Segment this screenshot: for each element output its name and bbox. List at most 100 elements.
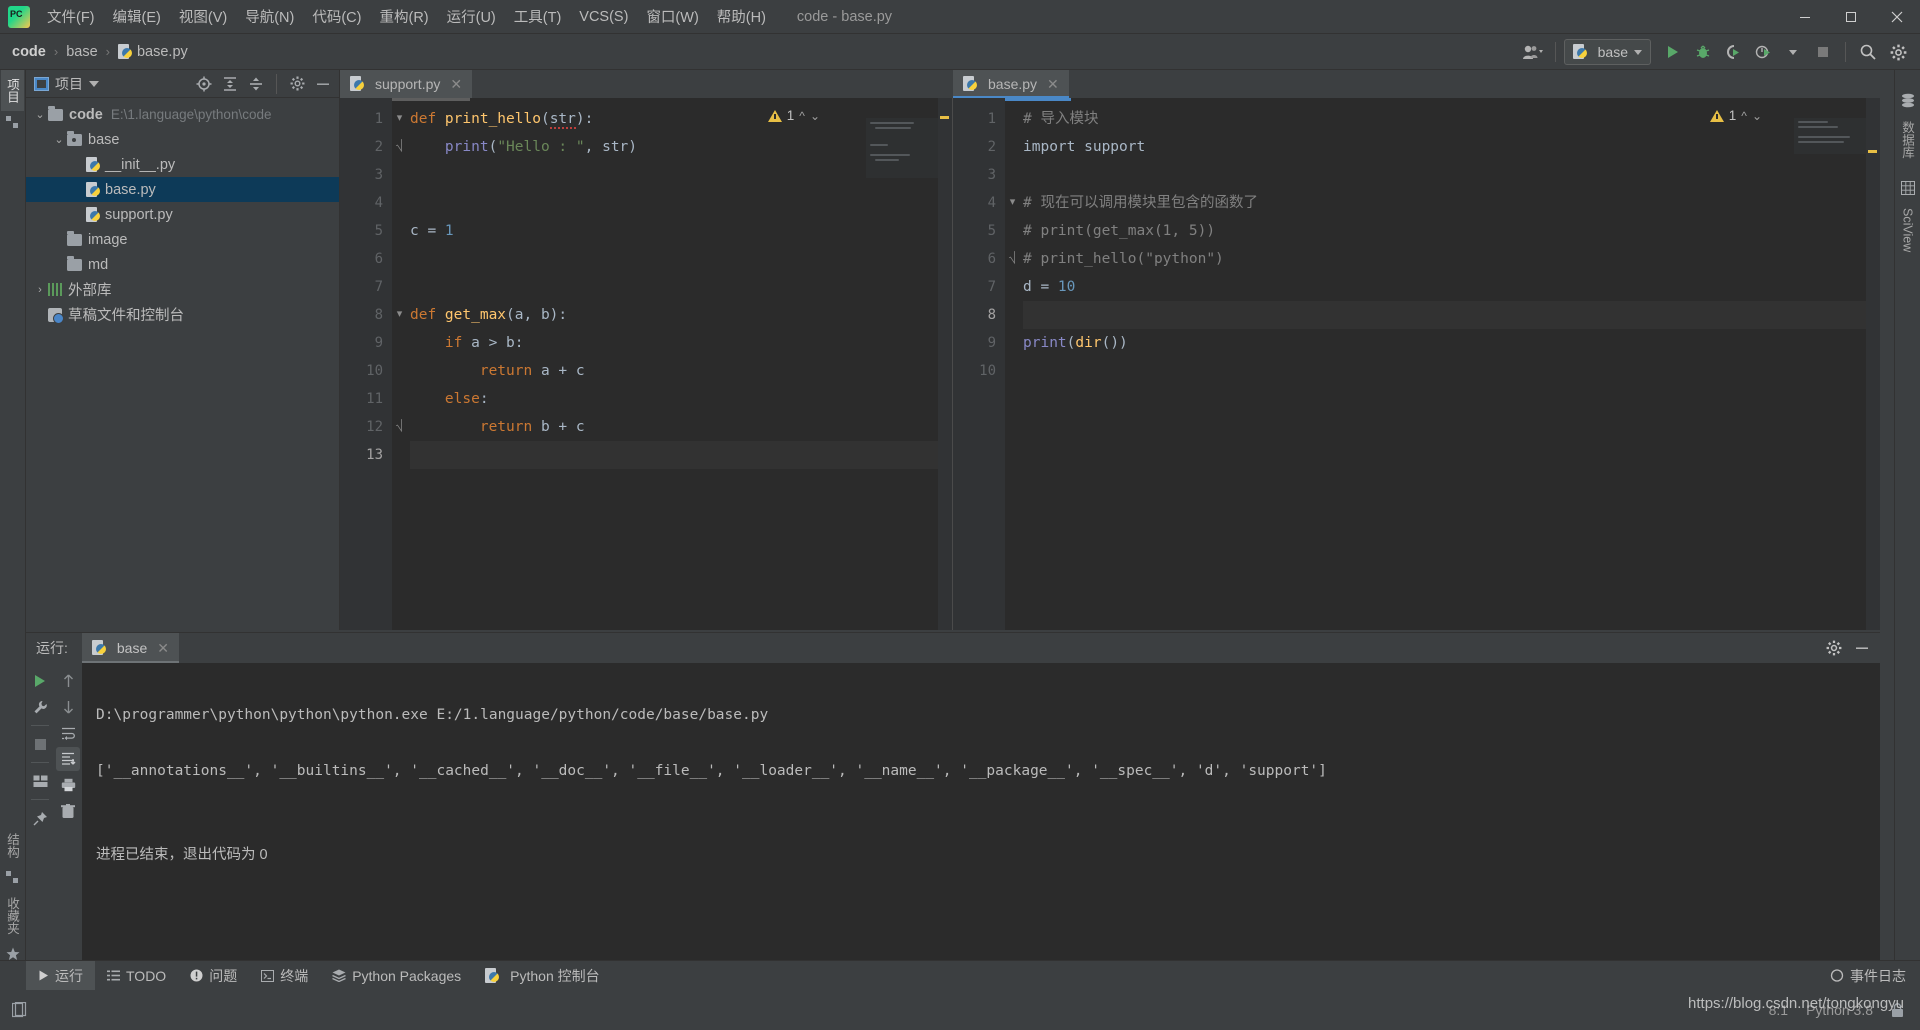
panel-settings-icon[interactable]	[285, 73, 309, 95]
close-icon[interactable]: ✕	[1047, 76, 1059, 93]
next-problem-icon[interactable]: ⌄	[1752, 109, 1762, 123]
code-line[interactable]: # print(get_max(1, 5))	[1023, 217, 1880, 245]
breadcrumb-file[interactable]: base.py	[137, 44, 188, 60]
select-opened-file-icon[interactable]	[192, 73, 216, 95]
tree-item[interactable]: md	[26, 252, 339, 277]
bottom-tab-run[interactable]: 运行	[26, 960, 95, 991]
memory-indicator-icon[interactable]	[12, 1002, 27, 1018]
code-content-left[interactable]: def print_hello(str): print("Hello : ", …	[410, 105, 952, 630]
stop-process-button[interactable]	[28, 732, 52, 756]
sidebar-tab-project[interactable]: 项目	[1, 70, 24, 111]
chevron-down-icon[interactable]: ⌄	[32, 108, 48, 121]
down-stack-trace-button[interactable]	[56, 695, 80, 719]
code-line[interactable]: else:	[410, 385, 952, 413]
previous-problem-icon[interactable]: ^	[1741, 109, 1747, 123]
sidebar-tab-structure[interactable]: 结构	[1, 825, 24, 866]
menu-file[interactable]: 文件(F)	[38, 2, 104, 31]
bottom-tab-terminal[interactable]: 终端	[249, 961, 320, 991]
soft-wrap-button[interactable]	[56, 721, 80, 745]
menu-window[interactable]: 窗口(W)	[637, 2, 707, 31]
code-line[interactable]	[410, 441, 952, 469]
profile-button[interactable]	[1749, 39, 1777, 65]
tree-item[interactable]: 草稿文件和控制台	[26, 302, 339, 327]
inspection-widget-right[interactable]: 1 ^ ⌄	[1709, 108, 1762, 123]
project-scope-chevron-icon[interactable]	[89, 80, 99, 87]
chevron-right-icon[interactable]: ›	[32, 284, 48, 296]
menu-help[interactable]: 帮助(H)	[708, 2, 775, 31]
menu-tools[interactable]: 工具(T)	[505, 2, 571, 31]
menu-run[interactable]: 运行(U)	[438, 2, 505, 31]
bottom-tab-problems[interactable]: 问题	[178, 961, 249, 991]
maximize-button[interactable]	[1828, 0, 1874, 34]
stop-button[interactable]	[1809, 39, 1837, 65]
menu-navigate[interactable]: 导航(N)	[236, 2, 303, 31]
run-button[interactable]	[1659, 39, 1687, 65]
profile-dropdown-button[interactable]	[1779, 39, 1807, 65]
python-interpreter[interactable]: Python 3.8	[1806, 1002, 1873, 1018]
tab-base-py[interactable]: base.py ✕	[953, 70, 1069, 98]
sidebar-tab-sciview[interactable]: SciView	[1899, 200, 1917, 260]
code-line[interactable]: import support	[1023, 133, 1880, 161]
edit-configurations-button[interactable]	[28, 695, 52, 719]
tab-support-py[interactable]: support.py ✕	[340, 70, 473, 98]
tree-item[interactable]: image	[26, 227, 339, 252]
caret-position[interactable]: 8:1	[1769, 1002, 1788, 1018]
code-minimap-left[interactable]	[866, 118, 938, 178]
collapse-all-icon[interactable]	[244, 73, 268, 95]
event-log-button[interactable]: 事件日志	[1830, 966, 1906, 986]
sidebar-tab-favorites[interactable]: 收藏夹	[1, 889, 24, 943]
console-tab-base[interactable]: base ✕	[81, 633, 180, 663]
editor-pane-support-py[interactable]: 1 2 3 4 5 6 7 8 9 10 11 12 13 ▾ ⎷ ▾ ⎷ def print_hell…	[340, 98, 953, 630]
console-settings-icon[interactable]	[1822, 637, 1846, 659]
run-with-coverage-button[interactable]	[1719, 39, 1747, 65]
code-line[interactable]	[1023, 301, 1880, 329]
print-button[interactable]	[56, 773, 80, 797]
code-line[interactable]: d = 10	[1023, 273, 1880, 301]
code-line[interactable]: return a + c	[410, 357, 952, 385]
tree-item[interactable]: support.py	[26, 202, 339, 227]
code-line[interactable]: print(dir())	[1023, 329, 1880, 357]
next-problem-icon[interactable]: ⌄	[810, 109, 820, 123]
lock-icon[interactable]	[1891, 1002, 1904, 1018]
up-stack-trace-button[interactable]	[56, 669, 80, 693]
structure-small-icon[interactable]	[6, 116, 19, 129]
close-icon[interactable]: ✕	[157, 640, 169, 657]
editor-pane-base-py[interactable]: 1 2 3 4 5 6 7 8 9 10 ▾ ⎷ # 导入模块 import support # 现…	[953, 98, 1880, 630]
user-account-button[interactable]	[1519, 39, 1547, 65]
search-everywhere-button[interactable]	[1854, 39, 1882, 65]
settings-button[interactable]	[1884, 39, 1912, 65]
error-stripe-left[interactable]	[938, 98, 952, 630]
hide-panel-icon[interactable]	[311, 73, 335, 95]
run-configuration-selector[interactable]: base	[1563, 39, 1651, 65]
tree-item[interactable]: › 外部库	[26, 277, 339, 302]
clear-all-button[interactable]	[56, 799, 80, 823]
previous-problem-icon[interactable]: ^	[799, 109, 805, 123]
chevron-down-icon[interactable]: ⌄	[51, 133, 67, 146]
code-line[interactable]: c = 1	[410, 217, 952, 245]
menu-view[interactable]: 视图(V)	[170, 2, 236, 31]
bottom-tab-python-packages[interactable]: Python Packages	[320, 961, 473, 991]
tree-item[interactable]: ⌄ base	[26, 127, 339, 152]
code-line[interactable]: # 现在可以调用模块里包含的函数了	[1023, 189, 1880, 217]
code-line[interactable]: def get_max(a, b):	[410, 301, 952, 329]
code-minimap-right[interactable]	[1794, 118, 1866, 154]
breadcrumb-folder[interactable]: base	[66, 44, 97, 60]
console-hide-icon[interactable]	[1850, 637, 1874, 659]
minimize-button[interactable]	[1782, 0, 1828, 34]
menu-vcs[interactable]: VCS(S)	[570, 5, 637, 29]
pin-tab-button[interactable]	[28, 806, 52, 830]
tree-item[interactable]: ⌄ code E:\1.language\python\code	[26, 102, 339, 127]
console-output[interactable]: D:\programmer\python\python\python.exe E…	[82, 663, 1880, 990]
expand-all-icon[interactable]	[218, 73, 242, 95]
code-line[interactable]	[1023, 357, 1880, 385]
code-line[interactable]	[410, 273, 952, 301]
bottom-tab-python-console[interactable]: Python 控制台	[473, 961, 611, 991]
code-line[interactable]: if a > b:	[410, 329, 952, 357]
tree-item[interactable]: __init__.py	[26, 152, 339, 177]
code-content-right[interactable]: # 导入模块 import support # 现在可以调用模块里包含的函数了 # …	[1023, 105, 1880, 630]
error-stripe-right[interactable]	[1866, 98, 1880, 630]
code-line[interactable]	[410, 189, 952, 217]
layout-button[interactable]	[28, 769, 52, 793]
rerun-button[interactable]	[28, 669, 52, 693]
bottom-tab-todo[interactable]: TODO	[95, 961, 178, 991]
